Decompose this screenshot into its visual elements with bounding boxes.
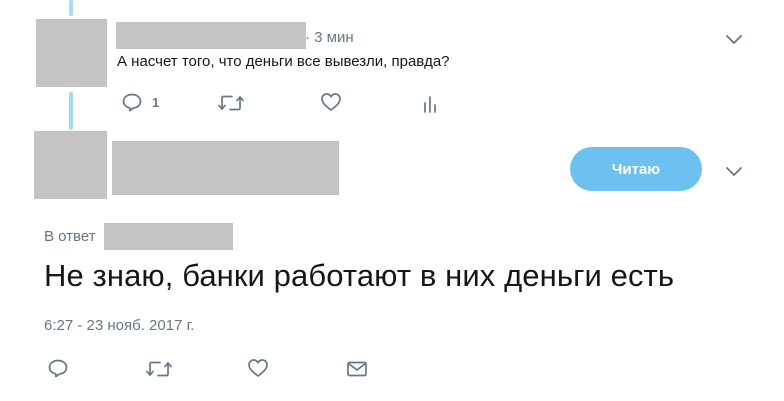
mail-icon[interactable] xyxy=(346,360,368,378)
tweet-text: Не знаю, банки работают в них деньги ест… xyxy=(44,258,675,293)
retweet-icon[interactable] xyxy=(218,94,244,112)
author-name-redacted[interactable] xyxy=(112,141,339,195)
chevron-down-icon[interactable] xyxy=(724,29,744,49)
follow-button[interactable]: Читаю xyxy=(570,147,702,191)
author-name-redacted[interactable] xyxy=(116,22,306,49)
reply-icon[interactable] xyxy=(47,358,69,378)
like-icon[interactable] xyxy=(247,358,269,378)
avatar[interactable] xyxy=(36,19,107,87)
retweet-icon[interactable] xyxy=(146,360,172,378)
chevron-down-icon[interactable] xyxy=(724,161,744,181)
reply-to-user-redacted[interactable] xyxy=(104,223,233,250)
thread-line-top xyxy=(69,0,73,16)
tweet-time[interactable]: · 3 мин xyxy=(305,29,354,46)
analytics-icon[interactable] xyxy=(422,94,438,114)
thread-line-middle xyxy=(69,92,73,130)
tweet-text: А насчет того, что деньги все вывезли, п… xyxy=(117,53,450,70)
avatar[interactable] xyxy=(34,131,107,199)
like-icon[interactable] xyxy=(320,92,342,112)
reply-button[interactable]: 1 xyxy=(121,92,159,112)
reply-to-label: В ответ xyxy=(44,228,96,245)
reply-count: 1 xyxy=(152,94,160,110)
tweet-timestamp[interactable]: 6:27 - 23 нояб. 2017 г. xyxy=(44,317,194,334)
reply-icon xyxy=(122,93,142,112)
